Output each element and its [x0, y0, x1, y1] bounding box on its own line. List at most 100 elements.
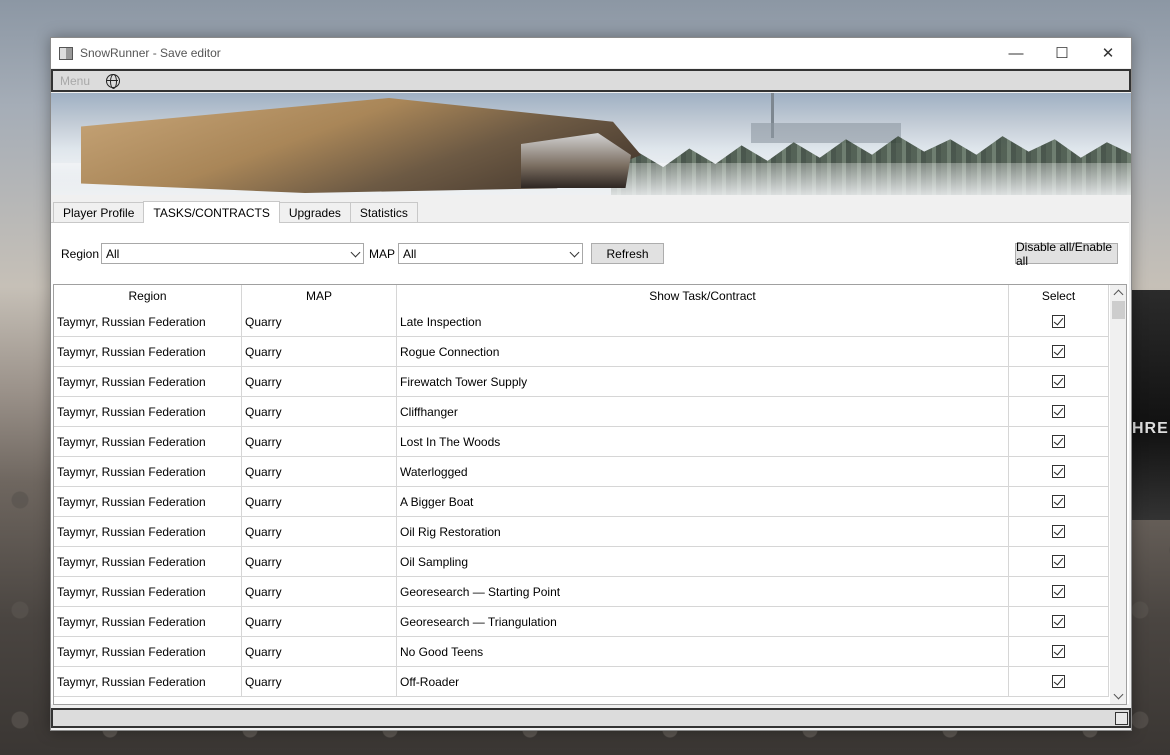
menu-button[interactable]: Menu: [60, 74, 90, 88]
chevron-down-icon: [350, 247, 361, 258]
cell-task: A Bigger Boat: [397, 487, 1009, 516]
table-row[interactable]: Taymyr, Russian Federation Quarry Firewatc…: [54, 367, 1109, 397]
select-checkbox[interactable]: [1052, 375, 1065, 388]
cell-select: [1009, 457, 1109, 486]
region-select[interactable]: All: [101, 243, 364, 264]
select-checkbox[interactable]: [1052, 525, 1065, 538]
select-checkbox[interactable]: [1052, 465, 1065, 478]
map-label: MAP: [369, 247, 396, 261]
cell-task: Oil Sampling: [397, 547, 1009, 576]
cell-select: [1009, 367, 1109, 396]
cell-task: Cliffhanger: [397, 397, 1009, 426]
status-bar: [51, 708, 1131, 728]
scroll-up-icon[interactable]: [1113, 289, 1124, 300]
map-select[interactable]: All: [398, 243, 583, 264]
cell-task: Late Inspection: [397, 307, 1009, 336]
cell-task: Rogue Connection: [397, 337, 1009, 366]
cell-region: Taymyr, Russian Federation: [54, 307, 242, 336]
cell-region: Taymyr, Russian Federation: [54, 637, 242, 666]
cell-region: Taymyr, Russian Federation: [54, 517, 242, 546]
scroll-thumb[interactable]: [1112, 301, 1125, 319]
scroll-down-icon[interactable]: [1113, 689, 1124, 700]
refresh-button[interactable]: Refresh: [591, 243, 664, 264]
select-checkbox[interactable]: [1052, 585, 1065, 598]
table-row[interactable]: Taymyr, Russian Federation Quarry Georesea…: [54, 577, 1109, 607]
cell-task: Firewatch Tower Supply: [397, 367, 1009, 396]
tab-bar: Player Profile TASKS/CONTRACTS Upgrades Sta…: [53, 201, 418, 223]
cell-select: [1009, 427, 1109, 456]
tab-tasks-contracts[interactable]: TASKS/CONTRACTS: [143, 201, 280, 223]
tab-statistics[interactable]: Statistics: [349, 202, 418, 223]
select-checkbox[interactable]: [1052, 495, 1065, 508]
select-checkbox[interactable]: [1052, 315, 1065, 328]
table-row[interactable]: Taymyr, Russian Federation Quarry A Bigger…: [54, 487, 1109, 517]
cell-map: Quarry: [242, 307, 397, 336]
column-header-select[interactable]: Select: [1009, 285, 1109, 307]
cell-map: Quarry: [242, 457, 397, 486]
chevron-down-icon: [569, 247, 580, 258]
cell-region: Taymyr, Russian Federation: [54, 427, 242, 456]
table-row[interactable]: Taymyr, Russian Federation Quarry Off-Road…: [54, 667, 1109, 697]
table-row[interactable]: Taymyr, Russian Federation Quarry Late Ins…: [54, 307, 1109, 337]
app-icon: [59, 46, 73, 60]
cell-select: [1009, 607, 1109, 636]
table-header: Region MAP Show Task/Contract Select: [54, 285, 1109, 307]
close-button[interactable]: ✕: [1085, 38, 1131, 68]
toggle-all-button[interactable]: Disable all/Enable all: [1015, 240, 1118, 268]
table-row[interactable]: Taymyr, Russian Federation Quarry Oil Samp…: [54, 547, 1109, 577]
table-row[interactable]: Taymyr, Russian Federation Quarry Rogue Co…: [54, 337, 1109, 367]
table-row[interactable]: Taymyr, Russian Federation Quarry Waterlog…: [54, 457, 1109, 487]
table-row[interactable]: Taymyr, Russian Federation Quarry Cliffhan…: [54, 397, 1109, 427]
minimize-button[interactable]: —: [993, 38, 1039, 68]
column-header-task[interactable]: Show Task/Contract: [397, 285, 1009, 307]
car-badge-text: HRE: [1132, 420, 1169, 437]
select-checkbox[interactable]: [1052, 405, 1065, 418]
column-header-region[interactable]: Region: [54, 285, 242, 307]
tab-upgrades[interactable]: Upgrades: [278, 202, 351, 223]
cell-select: [1009, 517, 1109, 546]
cell-map: Quarry: [242, 427, 397, 456]
wallpaper-car: HRE: [1128, 290, 1170, 520]
table-row[interactable]: Taymyr, Russian Federation Quarry No Good …: [54, 637, 1109, 667]
cell-select: [1009, 397, 1109, 426]
cell-select: [1009, 667, 1109, 696]
tab-player-profile[interactable]: Player Profile: [53, 202, 145, 223]
select-checkbox[interactable]: [1052, 645, 1065, 658]
map-select-value: All: [403, 247, 417, 261]
tasks-table: Region MAP Show Task/Contract Select Tay…: [53, 284, 1127, 705]
cell-select: [1009, 337, 1109, 366]
select-checkbox[interactable]: [1052, 675, 1065, 688]
cell-task: Georesearch — Triangulation: [397, 607, 1009, 636]
table-row[interactable]: Taymyr, Russian Federation Quarry Georesea…: [54, 607, 1109, 637]
globe-icon[interactable]: [106, 73, 121, 89]
maximize-button[interactable]: ☐: [1039, 38, 1085, 68]
region-select-value: All: [106, 247, 120, 261]
cell-select: [1009, 547, 1109, 576]
cell-map: Quarry: [242, 547, 397, 576]
cell-task: Oil Rig Restoration: [397, 517, 1009, 546]
cell-map: Quarry: [242, 577, 397, 606]
table-body: Taymyr, Russian Federation Quarry Late Ins…: [54, 307, 1109, 697]
cell-map: Quarry: [242, 487, 397, 516]
cell-map: Quarry: [242, 367, 397, 396]
banner-image: [51, 93, 1131, 195]
cell-task: Off-Roader: [397, 667, 1009, 696]
banner-plant: [751, 123, 901, 143]
cell-select: [1009, 637, 1109, 666]
table-row[interactable]: Taymyr, Russian Federation Quarry Oil Rig …: [54, 517, 1109, 547]
title-bar[interactable]: SnowRunner - Save editor — ☐ ✕: [51, 38, 1131, 68]
cell-map: Quarry: [242, 517, 397, 546]
cell-map: Quarry: [242, 607, 397, 636]
select-checkbox[interactable]: [1052, 345, 1065, 358]
column-header-map[interactable]: MAP: [242, 285, 397, 307]
cell-map: Quarry: [242, 637, 397, 666]
menu-bar: Menu: [51, 69, 1131, 92]
vertical-scrollbar[interactable]: [1110, 285, 1126, 704]
region-label: Region: [61, 247, 100, 261]
size-grip[interactable]: [1115, 712, 1128, 725]
cell-map: Quarry: [242, 337, 397, 366]
select-checkbox[interactable]: [1052, 555, 1065, 568]
table-row[interactable]: Taymyr, Russian Federation Quarry Lost In …: [54, 427, 1109, 457]
select-checkbox[interactable]: [1052, 615, 1065, 628]
select-checkbox[interactable]: [1052, 435, 1065, 448]
